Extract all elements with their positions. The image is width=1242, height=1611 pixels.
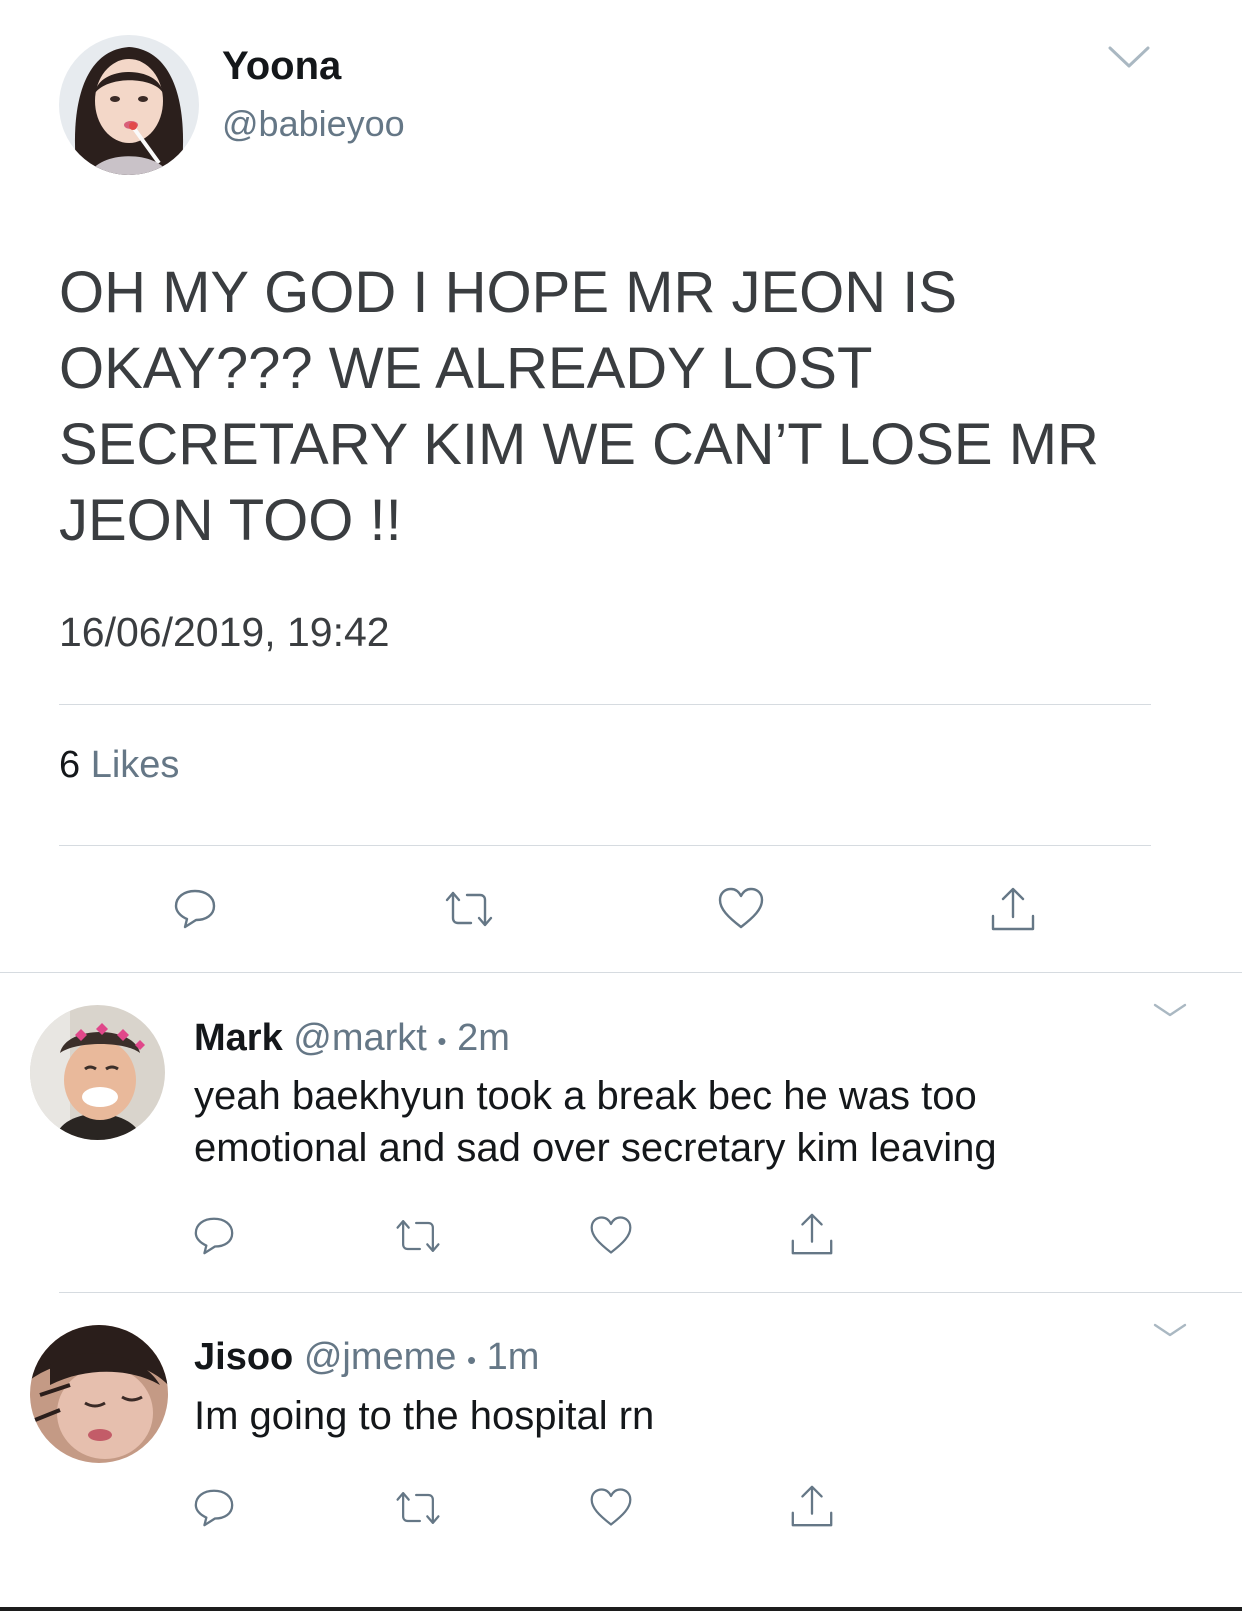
- chevron-down-icon[interactable]: [1104, 40, 1154, 74]
- reply-icon[interactable]: [192, 1485, 236, 1529]
- reply-header: Mark @markt • 2m: [194, 1016, 510, 1063]
- reply-separator: •: [437, 1026, 447, 1056]
- share-icon[interactable]: [788, 1210, 836, 1258]
- reply-icon[interactable]: [172, 885, 218, 931]
- reply-text: yeah baekhyun took a break bec he was to…: [194, 1074, 997, 1170]
- reply-display-name[interactable]: Mark: [194, 1017, 283, 1059]
- likes-count-row[interactable]: 6 Likes: [59, 742, 179, 788]
- main-handle[interactable]: @babieyoo: [222, 102, 405, 146]
- reply-text: Im going to the hospital rn: [194, 1394, 655, 1438]
- likes-label: Likes: [90, 744, 180, 786]
- tweet-timestamp: 16/06/2019, 19:42: [59, 609, 390, 655]
- chevron-down-icon[interactable]: [1150, 1318, 1190, 1342]
- avatar-mark[interactable]: [30, 1005, 165, 1140]
- retweet-icon[interactable]: [441, 888, 497, 930]
- retweet-icon[interactable]: [392, 1216, 444, 1256]
- reply-time[interactable]: 1m: [487, 1336, 540, 1378]
- likes-count: 6: [59, 744, 81, 786]
- like-icon[interactable]: [588, 1485, 634, 1529]
- divider: [59, 704, 1151, 705]
- section-divider: [0, 972, 1242, 973]
- reply-icon[interactable]: [192, 1213, 236, 1257]
- share-icon[interactable]: [788, 1482, 836, 1530]
- main-display-name[interactable]: Yoona: [222, 42, 341, 90]
- avatar-jisoo[interactable]: [30, 1325, 168, 1463]
- reply-display-name[interactable]: Jisoo: [194, 1336, 293, 1378]
- tweet-text: OH MY GOD I HOPE MR JEON IS OKAY??? WE A…: [59, 260, 1099, 553]
- reply-time[interactable]: 2m: [457, 1017, 510, 1059]
- reply-handle[interactable]: @jmeme: [304, 1336, 457, 1378]
- reply-header: Jisoo @jmeme • 1m: [194, 1335, 539, 1382]
- retweet-icon[interactable]: [392, 1488, 444, 1528]
- chevron-down-icon[interactable]: [1150, 998, 1190, 1022]
- reply-divider: [59, 1292, 1242, 1293]
- like-icon[interactable]: [588, 1213, 634, 1257]
- share-icon[interactable]: [988, 884, 1038, 934]
- bottom-edge: [0, 1607, 1242, 1611]
- like-icon[interactable]: [716, 885, 766, 931]
- reply-separator: •: [466, 1345, 477, 1375]
- divider: [59, 845, 1151, 846]
- reply-handle[interactable]: @markt: [293, 1017, 427, 1059]
- avatar-yoona[interactable]: [59, 35, 199, 175]
